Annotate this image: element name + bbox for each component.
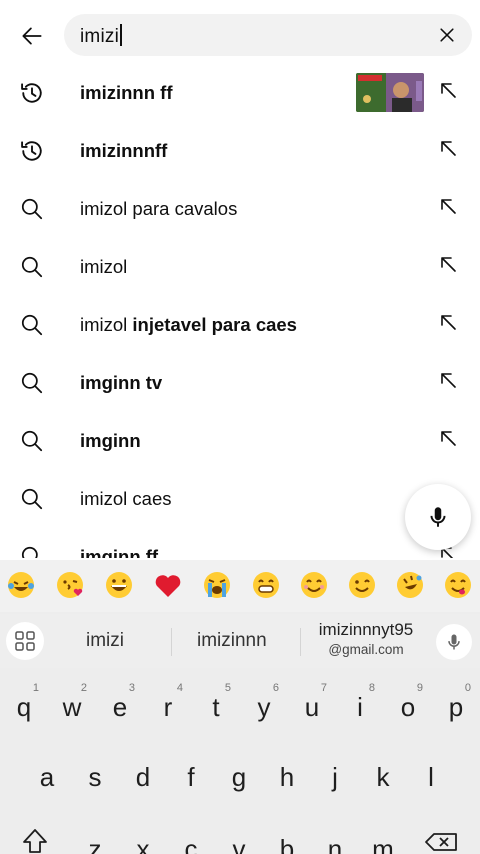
shift-arrow-icon <box>23 829 47 853</box>
suggestion-item[interactable]: imizinnn ff <box>0 64 480 122</box>
search-icon <box>17 252 47 282</box>
key-b[interactable]: b <box>264 822 310 854</box>
fill-query-arrow-icon[interactable] <box>436 426 460 450</box>
key-z[interactable]: z <box>72 822 118 854</box>
suggestion-item[interactable]: imizinnnff <box>0 122 480 180</box>
key-r[interactable]: 4r <box>145 680 191 734</box>
key-g[interactable]: g <box>216 750 262 804</box>
suggestion-text: imizol para cavalos <box>80 198 238 219</box>
search-header: imizi <box>0 0 480 64</box>
key-e[interactable]: 3e <box>97 680 143 734</box>
voice-search-button[interactable] <box>405 484 471 550</box>
key-c[interactable]: c <box>168 822 214 854</box>
divider <box>171 628 172 656</box>
suggestion-text: imizol injetavel para caes <box>80 314 297 335</box>
back-arrow-icon[interactable] <box>12 16 52 56</box>
key-x[interactable]: x <box>120 822 166 854</box>
grin-emoji-icon[interactable] <box>104 570 134 600</box>
search-icon <box>17 310 47 340</box>
key-f[interactable]: f <box>168 750 214 804</box>
wink-emoji-icon[interactable] <box>347 570 377 600</box>
yum-emoji-icon[interactable] <box>443 570 473 600</box>
fill-query-arrow-icon[interactable] <box>436 78 460 102</box>
key-t[interactable]: 5t <box>193 680 239 734</box>
key-l[interactable]: l <box>408 750 454 804</box>
key-w[interactable]: 2w <box>49 680 95 734</box>
microphone-icon <box>430 507 446 527</box>
key-j[interactable]: j <box>312 750 358 804</box>
kiss-heart-emoji-icon[interactable] <box>55 570 85 600</box>
email-suggestion[interactable]: imizinnnyt95 @gmail.com <box>304 620 428 657</box>
suggestion-text: imizol <box>80 256 128 277</box>
suggestion-text: imginn tv <box>80 372 163 393</box>
loud-cry-emoji-icon[interactable] <box>202 570 232 600</box>
key-d[interactable]: d <box>120 750 166 804</box>
search-icon <box>17 542 47 558</box>
divider <box>300 628 301 656</box>
word-suggestion[interactable]: imizi <box>86 630 124 652</box>
search-input[interactable]: imizi <box>64 14 472 56</box>
fill-query-arrow-icon[interactable] <box>436 310 460 334</box>
fill-query-arrow-icon[interactable] <box>436 368 460 392</box>
history-icon <box>17 136 47 166</box>
suggestion-item[interactable]: imginn tv <box>0 354 480 412</box>
word-suggestion[interactable]: imizinnn <box>197 630 267 652</box>
smile-emoji-icon[interactable] <box>299 570 329 600</box>
keyboard-voice-input-icon[interactable] <box>436 624 472 660</box>
keyboard-menu-grid-icon[interactable] <box>6 622 44 660</box>
laugh-tears-emoji-icon[interactable] <box>6 570 36 600</box>
key-y[interactable]: 6y <box>241 680 287 734</box>
clear-search-icon[interactable] <box>430 18 464 52</box>
fill-query-arrow-icon[interactable] <box>436 136 460 160</box>
shift-key[interactable] <box>12 822 58 854</box>
soft-keyboard: imizi imizinnn imizinnnyt95 @gmail.com 1… <box>0 560 480 854</box>
key-m[interactable]: m <box>360 822 406 854</box>
suggestion-item[interactable]: imginn <box>0 412 480 470</box>
suggestion-text: imizinnnff <box>80 140 168 161</box>
suggestion-list: imizinnn ff imizinnnff imizol para caval… <box>0 64 480 558</box>
search-icon <box>17 426 47 456</box>
search-query: imizi <box>80 24 122 48</box>
suggestion-item[interactable]: imizol para cavalos <box>0 180 480 238</box>
video-thumbnail <box>356 73 424 112</box>
key-v[interactable]: v <box>216 822 262 854</box>
key-p[interactable]: 0p <box>433 680 479 734</box>
key-a[interactable]: a <box>24 750 70 804</box>
key-s[interactable]: s <box>72 750 118 804</box>
key-q[interactable]: 1q <box>1 680 47 734</box>
suggestion-text: imizol caes <box>80 488 172 509</box>
emoji-suggestion-row <box>0 560 480 612</box>
key-i[interactable]: 8i <box>337 680 383 734</box>
keyboard-suggestion-bar: imizi imizinnn imizinnnyt95 @gmail.com <box>0 614 480 668</box>
key-n[interactable]: n <box>312 822 358 854</box>
key-h[interactable]: h <box>264 750 310 804</box>
history-icon <box>17 78 47 108</box>
search-icon <box>17 194 47 224</box>
fill-query-arrow-icon[interactable] <box>436 194 460 218</box>
suggestion-item[interactable]: imizol <box>0 238 480 296</box>
key-u[interactable]: 7u <box>289 680 335 734</box>
fill-query-arrow-icon[interactable] <box>436 252 460 276</box>
suggestion-text: imizinnn ff <box>80 82 173 103</box>
red-heart-emoji-icon[interactable] <box>153 570 183 600</box>
big-grin-emoji-icon[interactable] <box>251 570 281 600</box>
backspace-key[interactable] <box>420 822 466 854</box>
backspace-icon <box>425 833 457 851</box>
key-k[interactable]: k <box>360 750 406 804</box>
suggestion-text: imginn <box>80 430 141 451</box>
suggestion-text: imginn ff <box>80 546 159 558</box>
text-caret <box>120 24 122 46</box>
search-icon <box>17 484 47 514</box>
email-suggestion-user: imizinnnyt95 <box>318 620 414 639</box>
suggestion-item[interactable]: imizol injetavel para caes <box>0 296 480 354</box>
search-icon <box>17 368 47 398</box>
email-suggestion-domain: @gmail.com <box>328 642 404 657</box>
key-o[interactable]: 9o <box>385 680 431 734</box>
rolling-laugh-emoji-icon[interactable] <box>395 570 425 600</box>
